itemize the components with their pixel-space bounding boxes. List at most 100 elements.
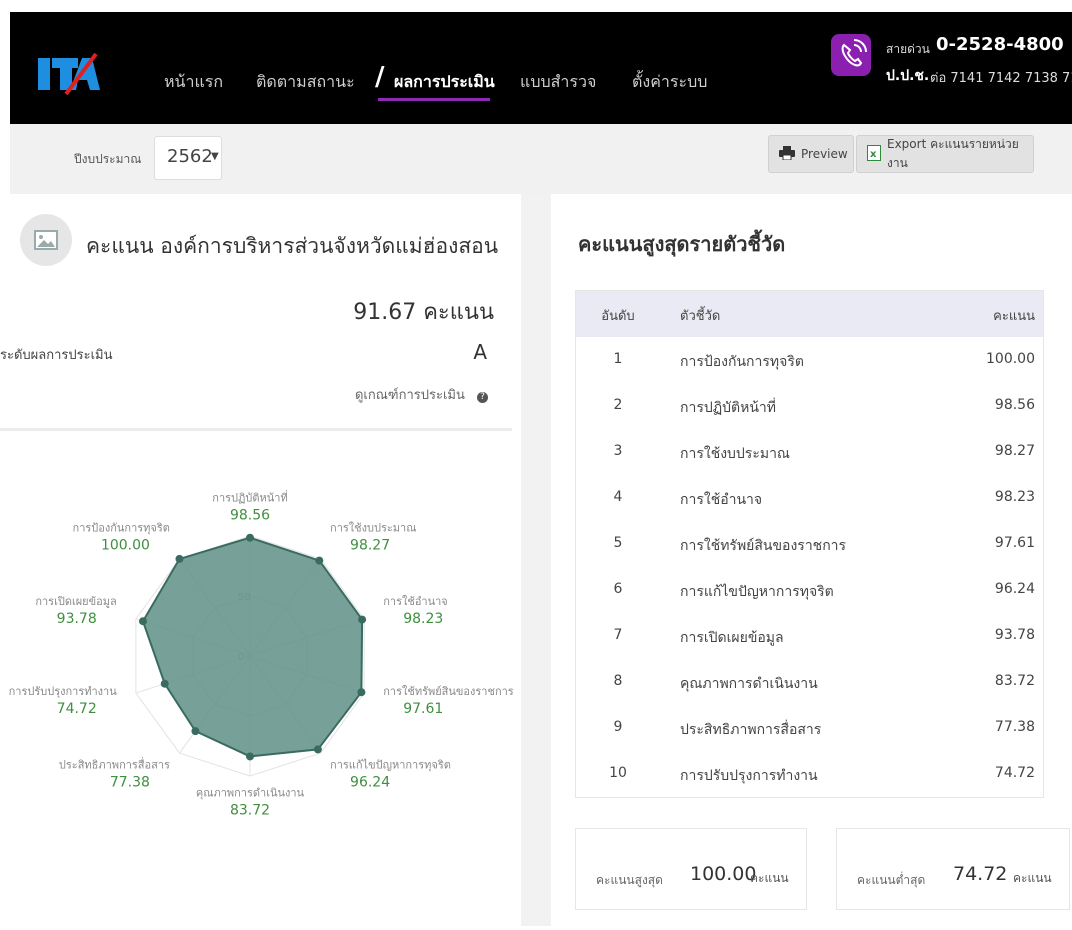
image-placeholder-icon [34,230,58,250]
max-score-unit: คะแนน [750,871,789,885]
max-score-card: คะแนนสูงสุด 100.00 คะแนน [575,828,807,910]
nav-home[interactable]: หน้าแรก [164,70,223,95]
radar-axis-label: การป้องกันการทุจริต [73,522,170,535]
row-score: 98.23 [994,489,1035,505]
fiscal-year-value: 2562 [167,146,213,167]
view-criteria-link[interactable]: ดูเกณฑ์การประเมิน ? [355,384,488,405]
radar-axis-value: 96.24 [350,774,390,790]
min-score-label: คะแนนต่ำสุด [857,873,926,887]
table-row: 7 การเปิดเผยข้อมูล 93.78 [576,613,1043,659]
hotline-label: สายด่วน [886,42,930,56]
radar-axis-label: การใช้อำนาจ [383,595,448,608]
nav-active-slash: / [375,62,385,92]
row-rank: 8 [613,673,623,689]
row-score: 83.72 [994,673,1035,689]
org-avatar [20,214,72,266]
row-rank: 1 [613,351,623,367]
nav-track-status[interactable]: ติดตามสถานะ [256,70,355,95]
divider [0,428,512,431]
fiscal-year-label: ปีงบประมาณ [74,152,142,166]
row-rank: 10 [609,765,627,781]
radar-axis-label: การเปิดเผยข้อมูล [35,595,116,608]
radar-chart-area: 050การปฏิบัติหน้าที่98.56การใช้งบประมาณ9… [0,432,520,926]
row-score: 98.56 [994,397,1035,413]
nav-assessment-results[interactable]: ผลการประเมิน [394,70,495,95]
ita-logo[interactable] [36,50,100,96]
table-row: 8 คุณภาพการดำเนินงาน 83.72 [576,659,1043,705]
nav-settings[interactable]: ตั้งค่าระบบ [632,70,707,95]
nav-survey[interactable]: แบบสำรวจ [520,70,596,95]
radar-axis-value: 98.23 [403,611,443,627]
row-score: 96.24 [994,581,1035,597]
nacc-extensions: ต่อ 7141 7142 7138 7139 [930,71,1072,86]
export-label: Export คะแนนรายหน่วยงาน [887,137,1019,170]
radar-axis-label: การแก้ไขปัญหาการทุจริต [330,758,451,771]
svg-text:x: x [870,149,877,160]
header-score: คะแนน [993,309,1035,324]
row-score: 97.61 [994,535,1035,551]
filter-bar: ปีงบประมาณ 2562 ▼ Preview x Export คะแนน… [10,124,1072,194]
radar-axis-label: การใช้ทรัพย์สินของราชการ [383,685,514,698]
caret-down-icon: ▼ [211,151,219,162]
radar-axis-value: 100.00 [101,538,150,554]
export-button[interactable]: x Export คะแนนรายหน่วยงาน [856,135,1034,173]
table-row: 10 การปรับปรุงการทำงาน 74.72 [576,751,1043,797]
row-rank: 6 [613,581,623,597]
assessment-level-value: A [473,340,487,364]
ranking-table: อันดับ ตัวชี้วัด คะแนน 1 การป้องกันการทุจ… [575,290,1044,798]
radar-axis-label: การปฏิบัติหน้าที่ [212,490,287,505]
radar-point [175,554,184,563]
org-score-title: คะแนน องค์การบริหารส่วนจังหวัดแม่ฮ่องสอน [86,234,499,258]
table-header: อันดับ ตัวชี้วัด คะแนน [576,291,1043,337]
row-rank: 4 [613,489,623,505]
row-rank: 3 [613,443,623,459]
radar-axis-value: 98.56 [230,508,270,524]
hotline-number: 0-2528-4800 [936,34,1064,55]
radar-point [160,679,169,688]
radar-point [313,745,322,754]
row-indicator: การเปิดเผยข้อมูล [680,630,784,646]
row-indicator: ประสิทธิภาพการสื่อสาร [680,722,822,738]
table-row: 2 การปฏิบัติหน้าที่ 98.56 [576,383,1043,429]
row-rank: 2 [613,397,623,413]
row-indicator: การใช้ทรัพย์สินของราชการ [680,538,847,554]
top-navbar: หน้าแรก ติดตามสถานะ / ผลการประเมิน แบบสำ… [10,12,1072,124]
radar-axis-value: 98.27 [350,538,390,554]
row-indicator: การป้องกันการทุจริต [680,354,804,370]
ranking-title: คะแนนสูงสุดรายตัวชี้วัด [578,232,786,256]
header-rank: อันดับ [601,309,635,324]
nav-active-underline [378,98,490,101]
radar-point [315,556,324,565]
assessment-level-label: ระดับผลการประเมิน [0,348,113,363]
row-rank: 9 [613,719,623,735]
row-score: 98.27 [994,443,1035,459]
row-indicator: การปรับปรุงการทำงาน [680,768,818,784]
preview-button[interactable]: Preview [768,135,854,173]
phone-icon [831,34,871,76]
max-score-label: คะแนนสูงสุด [596,873,663,887]
radar-axis-value: 77.38 [110,774,150,790]
header-indicator: ตัวชี้วัด [680,309,721,324]
table-row: 5 การใช้ทรัพย์สินของราชการ 97.61 [576,521,1043,567]
row-indicator: การแก้ไขปัญหาการทุจริต [680,584,834,600]
view-criteria-label: ดูเกณฑ์การประเมิน [354,388,465,403]
score-summary-panel: คะแนน องค์การบริหารส่วนจังหวัดแม่ฮ่องสอน… [0,194,520,926]
radar-axis-label: การใช้งบประมาณ [330,522,416,535]
total-score: 91.67 คะแนน [353,300,494,325]
row-score: 100.00 [986,351,1035,367]
row-rank: 5 [613,535,623,551]
table-row: 1 การป้องกันการทุจริต 100.00 [576,337,1043,383]
row-indicator: การปฏิบัติหน้าที่ [680,400,777,416]
radar-axis-value: 83.72 [230,802,270,818]
row-indicator: การใช้งบประมาณ [680,446,790,462]
nacc-label: ป.ป.ช. [886,68,930,84]
radar-axis-label: คุณภาพการดำเนินงาน [196,786,305,799]
fiscal-year-select[interactable]: 2562 ▼ [154,136,222,180]
min-score-value: 74.72 [953,863,1008,885]
excel-icon: x [867,144,881,164]
radar-point [191,727,200,736]
table-row: 3 การใช้งบประมาณ 98.27 [576,429,1043,475]
radar-chart: 050การปฏิบัติหน้าที่98.56การใช้งบประมาณ9… [9,490,514,819]
min-score-unit: คะแนน [1013,871,1052,885]
table-row: 4 การใช้อำนาจ 98.23 [576,475,1043,521]
